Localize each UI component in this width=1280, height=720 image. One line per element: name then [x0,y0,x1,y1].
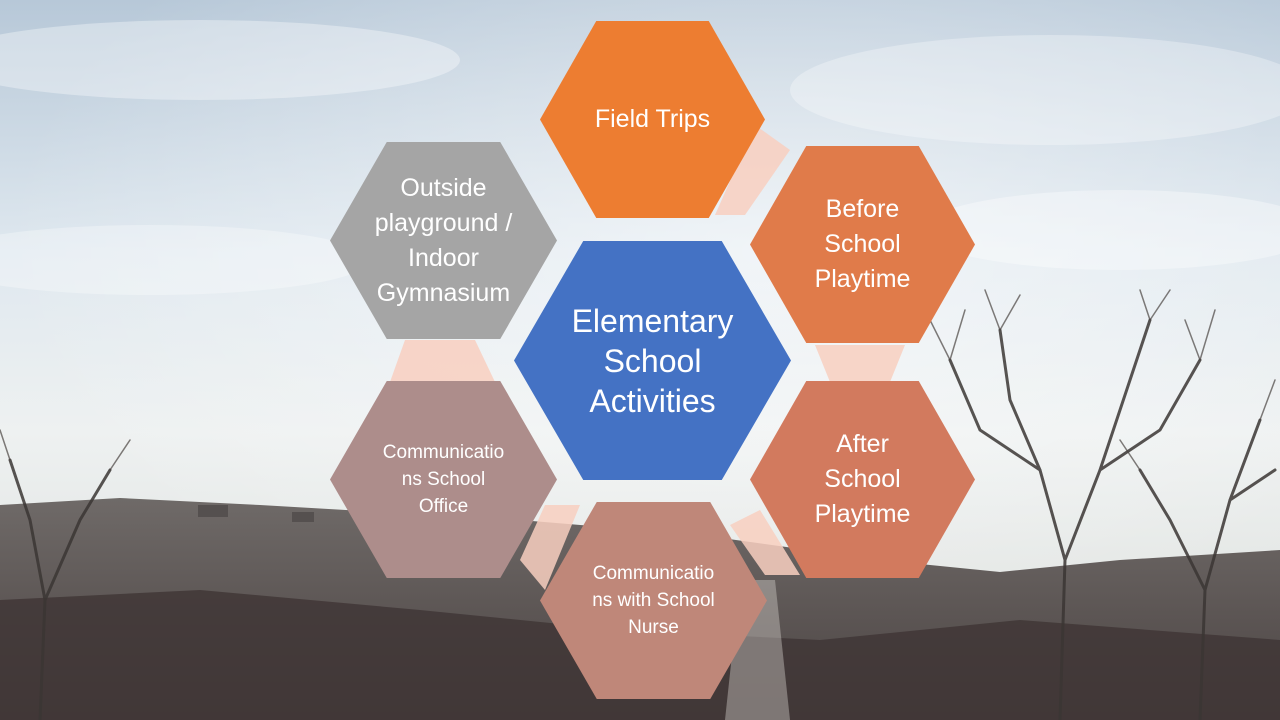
hex-after-school-label: After School Playtime [814,430,911,528]
center-title: Elementary School Activities [571,302,734,419]
connector-office-playground [390,340,495,382]
hex-office-label: Communicatio ns School Office [382,442,505,517]
hex-nurse-label: Communicatio ns with School Nurse [592,563,715,638]
hex-playground-label: Outside playground / Indoor Gymnasium [374,173,513,307]
connector-before-school-after-school [815,345,905,382]
hex-field-trips-label: Field Trips [594,105,711,133]
hex-before-school-label: Before School Playtime [814,195,911,293]
